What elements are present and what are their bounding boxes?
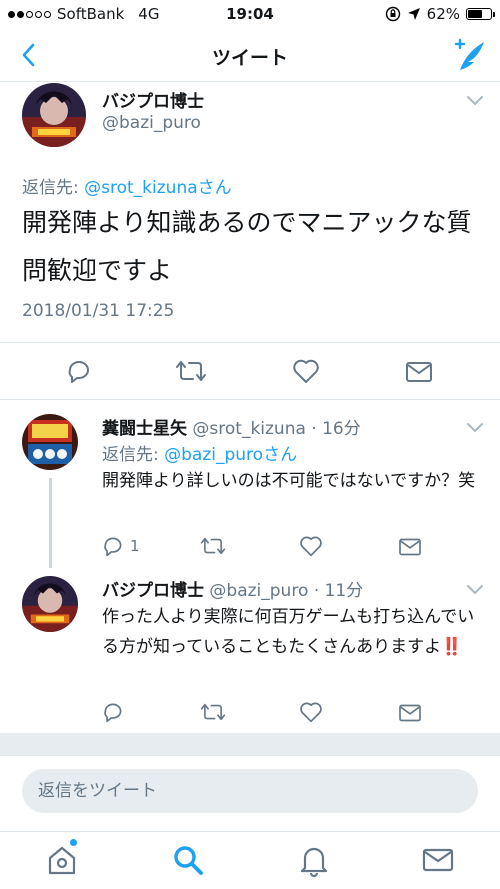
- divider: [0, 342, 500, 343]
- compose-tweet-icon[interactable]: [450, 38, 486, 72]
- reply-composer: 返信をツイート: [0, 755, 500, 831]
- reply-icon: [104, 537, 122, 557]
- reply-to-label: 返信先:: [22, 178, 85, 198]
- tab-bar: [0, 831, 500, 889]
- divider: [0, 399, 500, 400]
- reply-header: 糞闘士星矢 @srot_kizuna · 16分: [102, 414, 361, 439]
- reply-input[interactable]: 返信をツイート: [22, 769, 478, 813]
- reply-icon[interactable]: [102, 701, 124, 723]
- reply-to-label: 返信先:: [102, 445, 165, 465]
- avatar[interactable]: [22, 414, 78, 470]
- search-icon[interactable]: [170, 842, 206, 878]
- location-arrow-icon: [407, 8, 420, 20]
- like-heart-icon[interactable]: [299, 535, 323, 557]
- avatar[interactable]: [22, 83, 86, 147]
- notifications-icon[interactable]: [296, 842, 332, 878]
- tweet-text: 作った人より実際に何百万ゲームも打ち込んでいる方が知っていることもたくさんありま…: [102, 607, 475, 657]
- author-handle[interactable]: @bazi_puro: [209, 581, 308, 601]
- tweet-age: · 16分: [311, 419, 361, 439]
- retweet-icon[interactable]: [200, 701, 226, 723]
- status-right: 62%: [385, 5, 495, 23]
- direct-message-icon[interactable]: [398, 537, 422, 557]
- chevron-down-icon[interactable]: [466, 422, 484, 434]
- retweet-icon[interactable]: [200, 535, 226, 557]
- section-spacer: [0, 733, 500, 755]
- battery-percent: 62%: [426, 5, 460, 23]
- navigation-bar: ツイート: [0, 30, 500, 82]
- thread-connector-line: [49, 478, 52, 568]
- reply-mention-link[interactable]: @srot_kizunaさん: [84, 178, 232, 198]
- tweet-text: 開発陣より知識あるのでマニアックな質問歓迎ですよ: [22, 208, 472, 285]
- reply-context: 返信先: @bazi_puroさん: [102, 440, 297, 465]
- chevron-down-icon[interactable]: [466, 95, 484, 107]
- author-name[interactable]: バジプロ博士: [102, 87, 204, 112]
- reply-mention-link[interactable]: @bazi_puroさん: [164, 445, 297, 465]
- author-handle[interactable]: @srot_kizuna: [192, 419, 306, 439]
- tweet-timestamp: 2018/01/31 17:25: [22, 301, 175, 321]
- page-title: ツイート: [211, 47, 288, 69]
- reply-header: バジプロ博士 @bazi_puro · 11分: [102, 576, 363, 601]
- tweet-age: · 11分: [313, 581, 364, 601]
- author-handle[interactable]: @bazi_puro: [102, 113, 201, 133]
- reply-button[interactable]: 1: [102, 535, 140, 557]
- avatar[interactable]: [22, 576, 78, 632]
- reply-icon[interactable]: [66, 358, 92, 384]
- status-bar: SoftBank 4G 19:04 62%: [0, 0, 500, 30]
- tweet-text-block: 作った人より実際に何百万ゲームも打ち込んでいる方が知っていることもたくさんありま…: [102, 602, 482, 662]
- home-icon[interactable]: [44, 842, 80, 878]
- chevron-down-icon[interactable]: [466, 584, 484, 596]
- direct-message-icon[interactable]: [405, 360, 433, 384]
- tweet-text: 開発陣より詳しいのは不可能ではないですか？笑: [102, 471, 476, 491]
- reply-count: 1: [130, 537, 140, 555]
- battery-icon: [466, 8, 495, 20]
- author-name[interactable]: 糞闘士星矢: [102, 419, 187, 439]
- reply-tweet[interactable]: バジプロ博士 @bazi_puro · 11分 作った人より実際に何百万ゲームも…: [0, 572, 500, 732]
- reply-tweet[interactable]: 糞闘士星矢 @srot_kizuna · 16分 返信先: @bazi_puro…: [0, 410, 500, 570]
- messages-icon[interactable]: [420, 842, 456, 878]
- orientation-lock-icon: [385, 6, 400, 22]
- reply-context: 返信先: @srot_kizunaさん: [22, 173, 232, 198]
- double-exclamation-emoji: ‼️: [441, 637, 463, 657]
- focused-tweet: バジプロ博士 @bazi_puro 返信先: @srot_kizunaさん 開発…: [0, 83, 500, 399]
- direct-message-icon[interactable]: [398, 703, 422, 723]
- like-heart-icon[interactable]: [292, 358, 320, 384]
- new-content-dot: [70, 839, 77, 846]
- like-heart-icon[interactable]: [299, 701, 323, 723]
- author-name[interactable]: バジプロ博士: [102, 581, 204, 601]
- retweet-icon[interactable]: [175, 358, 207, 384]
